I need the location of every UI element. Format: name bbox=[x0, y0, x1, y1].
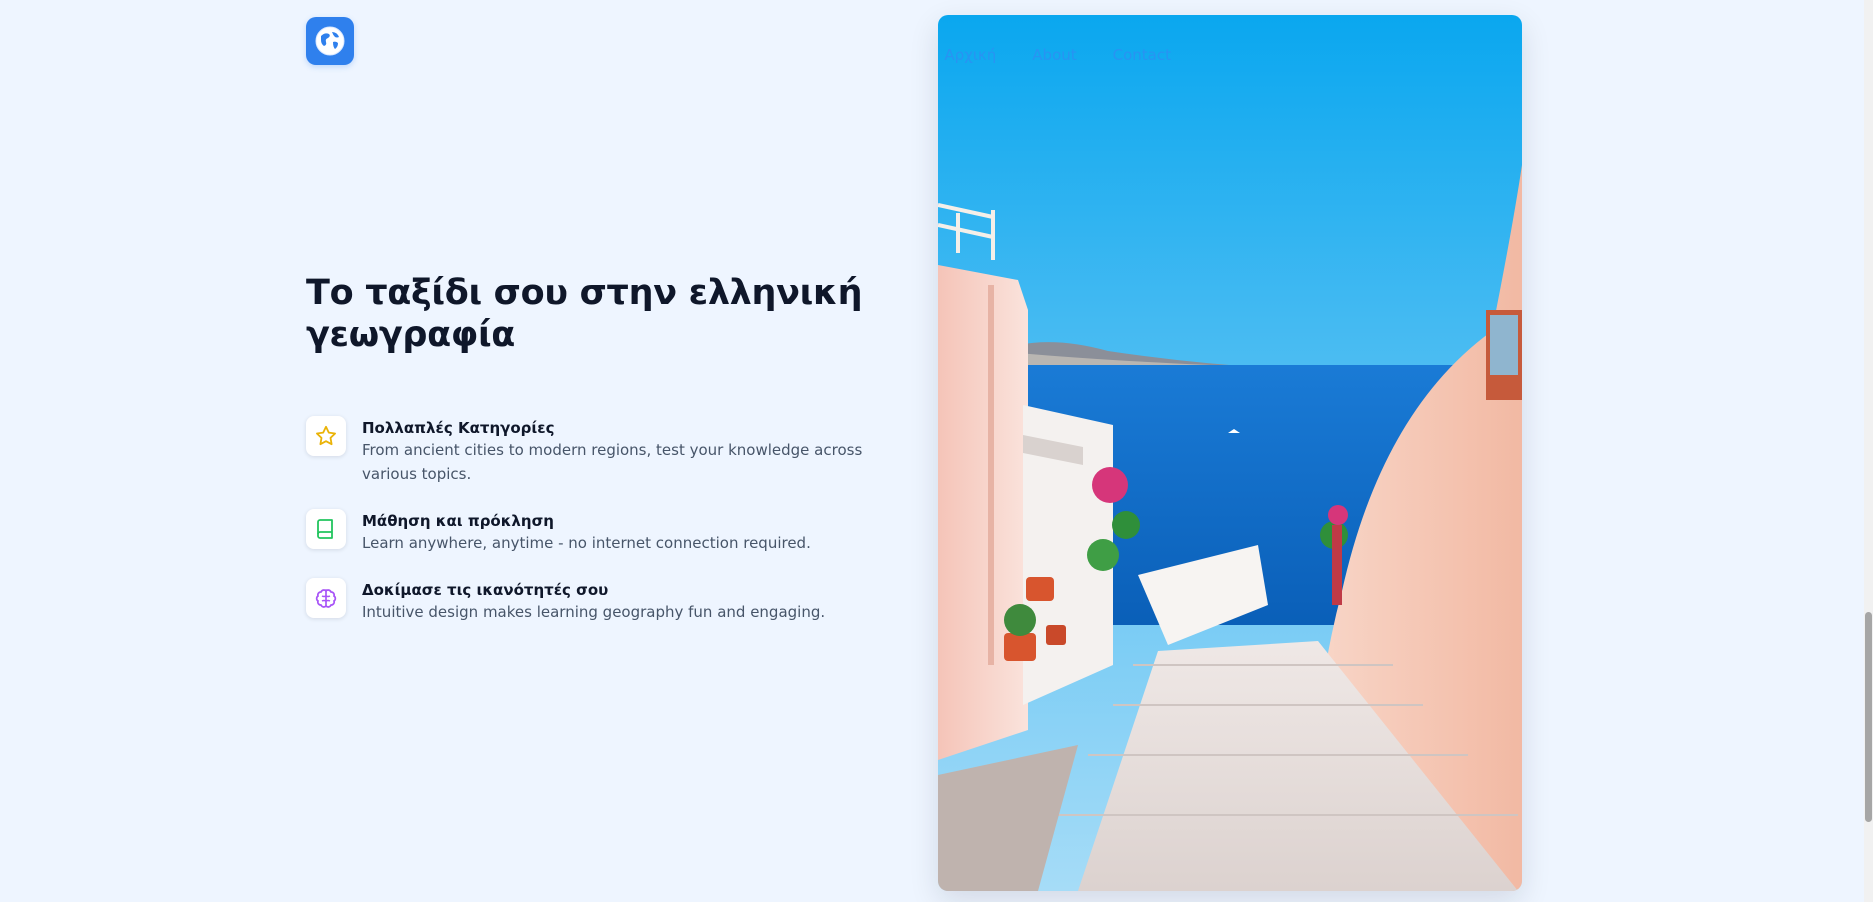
nav-link-about[interactable]: About bbox=[1032, 46, 1076, 64]
nav-link-home[interactable]: Αρχική bbox=[944, 46, 996, 64]
feature-title: Δοκίμασε τις ικανότητές σου bbox=[362, 581, 609, 599]
feature-item-learning: Μάθηση και πρόκληση Learn anywhere, anyt… bbox=[306, 508, 906, 555]
page-title-line-2: γεωγραφία bbox=[306, 315, 516, 355]
feature-description: Intuitive design makes learning geograph… bbox=[362, 603, 826, 621]
feature-icon-box bbox=[306, 578, 346, 618]
feature-icon-box bbox=[306, 509, 346, 549]
santorini-stairs-photo bbox=[938, 15, 1522, 891]
top-nav: Αρχική About Contact bbox=[944, 46, 1171, 64]
feature-title: Πολλαπλές Κατηγορίες bbox=[362, 419, 555, 437]
feature-icon-box bbox=[306, 416, 346, 456]
feature-description: From ancient cities to modern regions, t… bbox=[362, 441, 863, 483]
nav-link-contact[interactable]: Contact bbox=[1113, 46, 1171, 64]
feature-item-categories: Πολλαπλές Κατηγορίες From ancient cities… bbox=[306, 415, 906, 486]
feature-item-skills: Δοκίμασε τις ικανότητές σου Intuitive de… bbox=[306, 577, 906, 624]
star-icon bbox=[316, 425, 336, 446]
feature-title: Μάθηση και πρόκληση bbox=[362, 512, 554, 530]
page-title-line-1: Το ταξίδι σου στην ελληνική bbox=[306, 273, 863, 313]
feature-description: Learn anywhere, anytime - no internet co… bbox=[362, 534, 811, 552]
globe-icon bbox=[315, 26, 345, 56]
book-icon bbox=[317, 519, 333, 539]
page-scrollbar[interactable] bbox=[1864, 0, 1873, 902]
app-logo[interactable] bbox=[306, 17, 354, 65]
feature-list: Πολλαπλές Κατηγορίες From ancient cities… bbox=[306, 415, 906, 646]
scrollbar-thumb[interactable] bbox=[1865, 612, 1872, 822]
hero-image: Αρχική About Contact bbox=[938, 15, 1522, 891]
page-title: Το ταξίδι σου στην ελληνική γεωγραφία bbox=[306, 272, 866, 356]
landing-page: Το ταξίδι σου στην ελληνική γεωγραφία Πο… bbox=[0, 0, 1873, 902]
brain-icon bbox=[315, 589, 337, 608]
